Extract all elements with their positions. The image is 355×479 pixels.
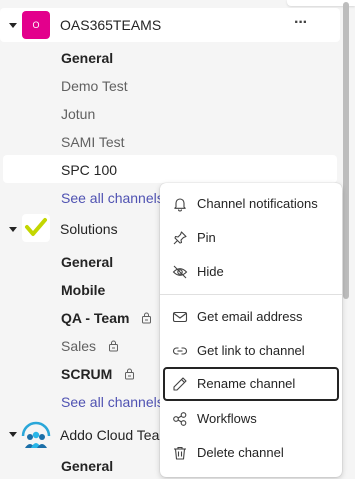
team-header-oas365teams[interactable]: O OAS365TEAMS ··· <box>0 8 340 42</box>
menu-item-label: Delete channel <box>197 445 284 460</box>
menu-item-label: Hide <box>197 264 224 279</box>
channel-sales[interactable]: Sales <box>61 338 119 355</box>
trash-icon <box>172 445 188 461</box>
channel-demo-test[interactable]: Demo Test <box>61 78 128 94</box>
menu-item-label: Get email address <box>197 309 303 324</box>
channel-general[interactable]: General <box>61 458 113 474</box>
private-lock-icon <box>124 367 135 383</box>
menu-item-label: Workflows <box>197 411 257 426</box>
vertical-scrollbar[interactable] <box>343 2 349 299</box>
chevron-down-icon[interactable] <box>9 432 17 437</box>
channel-sami-test[interactable]: SAMI Test <box>61 134 125 150</box>
menu-divider <box>160 294 342 295</box>
menu-item-pin[interactable]: Pin <box>164 222 338 254</box>
pin-icon <box>172 230 188 246</box>
channel-spc-100[interactable]: SPC 100 <box>61 162 117 178</box>
channel-general[interactable]: General <box>61 254 113 270</box>
menu-item-get-link[interactable]: Get link to channel <box>164 335 338 367</box>
team-name: Addo Cloud Team <box>60 427 172 443</box>
team-avatar-solutions <box>22 214 50 242</box>
avatar-letter: O <box>32 20 40 30</box>
menu-item-hide[interactable]: Hide <box>164 256 338 288</box>
see-all-channels-link[interactable]: See all channels <box>61 190 164 206</box>
menu-item-workflows[interactable]: Workflows <box>164 403 338 435</box>
link-icon <box>172 343 188 359</box>
channel-jotun[interactable]: Jotun <box>61 106 95 122</box>
menu-item-label: Channel notifications <box>197 196 318 211</box>
menu-item-label: Get link to channel <box>197 343 305 358</box>
eye-off-icon <box>172 264 188 280</box>
team-name: OAS365TEAMS <box>60 17 162 33</box>
channel-mobile[interactable]: Mobile <box>61 282 105 298</box>
pencil-icon <box>172 376 188 392</box>
workflows-icon <box>172 411 188 427</box>
chevron-down-icon[interactable] <box>9 23 17 28</box>
chevron-down-icon[interactable] <box>9 227 17 232</box>
more-options-button[interactable]: ··· <box>294 14 308 32</box>
channel-qa-team[interactable]: QA - Team <box>61 310 152 327</box>
channel-label: QA - Team <box>61 310 130 326</box>
channel-scrum[interactable]: SCRUM <box>61 366 135 383</box>
menu-item-label: Pin <box>197 230 216 245</box>
menu-item-delete-channel[interactable]: Delete channel <box>164 437 338 469</box>
channel-context-menu: Channel notifications Pin Hide Get email… <box>160 183 342 477</box>
team-avatar: O <box>22 11 50 39</box>
selected-channel-highlight <box>3 155 337 183</box>
channel-general[interactable]: General <box>61 50 113 66</box>
channel-label: SCRUM <box>61 366 113 382</box>
menu-item-rename-channel[interactable]: Rename channel <box>163 367 339 401</box>
people-cloud-logo-icon <box>21 421 51 448</box>
menu-item-label: Rename channel <box>197 376 296 391</box>
see-all-channels-link[interactable]: See all channels <box>61 394 164 410</box>
mail-icon <box>172 309 188 325</box>
channel-label: Sales <box>61 338 97 354</box>
private-lock-icon <box>141 311 152 327</box>
menu-item-channel-notifications[interactable]: Channel notifications <box>164 188 338 220</box>
team-name: Solutions <box>60 221 118 237</box>
team-avatar-addo <box>20 420 52 450</box>
bell-icon <box>172 196 188 212</box>
menu-item-get-email-address[interactable]: Get email address <box>164 301 338 333</box>
checkmark-logo-icon <box>25 218 47 236</box>
private-lock-icon <box>108 339 119 355</box>
